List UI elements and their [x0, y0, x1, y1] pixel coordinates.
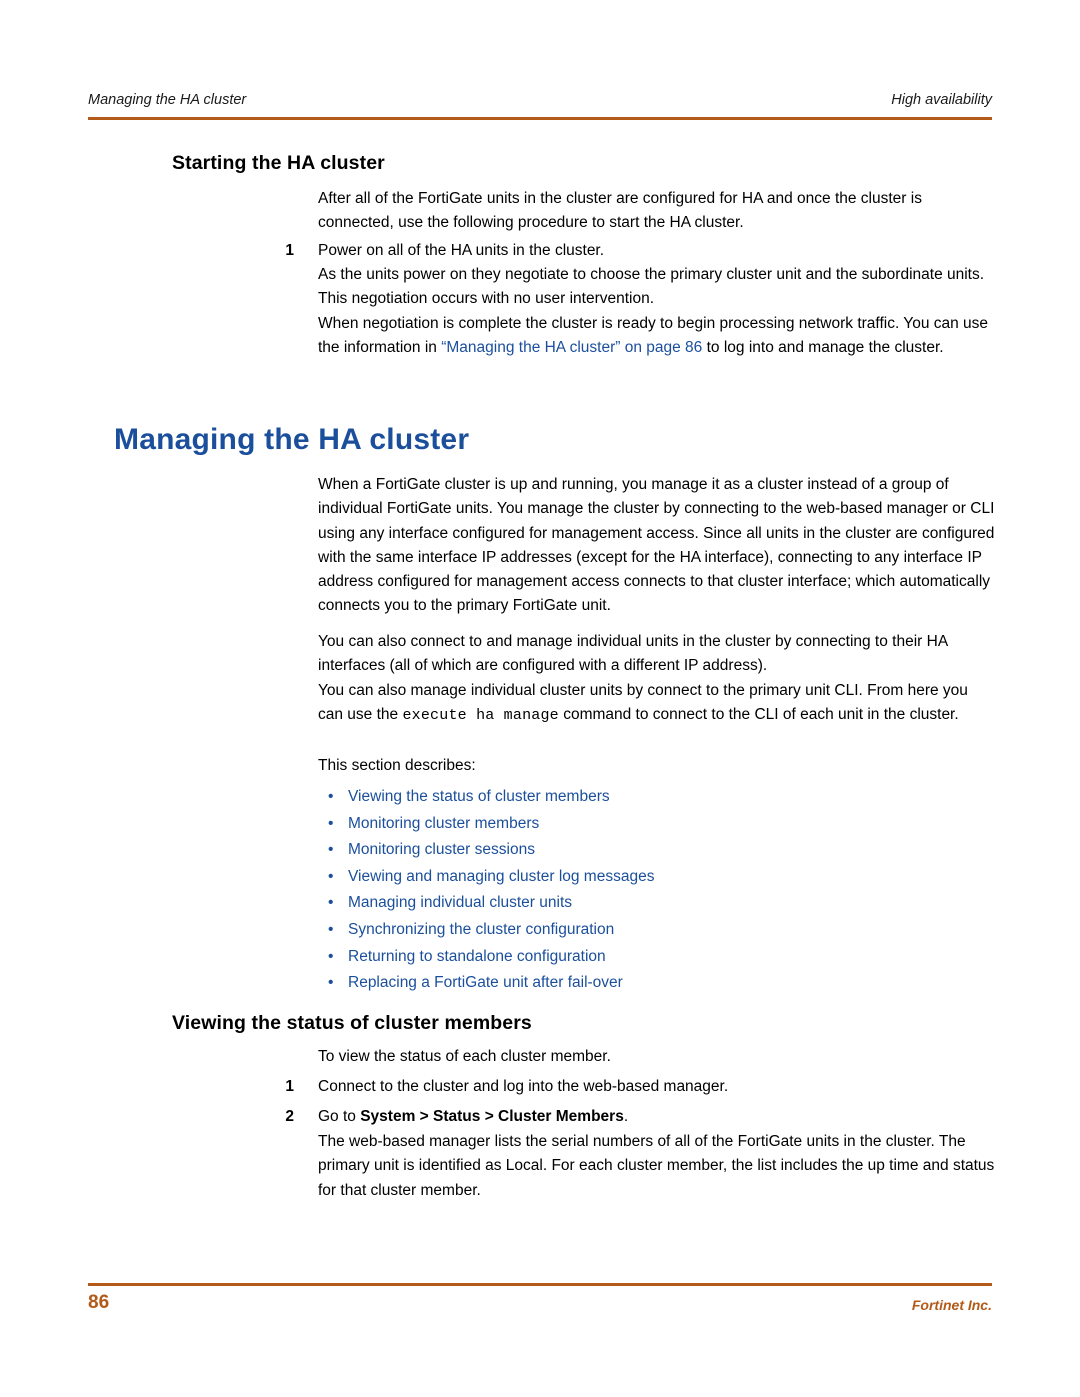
paragraph-viewing-intro: To view the status of each cluster membe… [318, 1048, 611, 1065]
paragraph-section-describes: This section describes: [318, 757, 476, 774]
menu-path-bold: System > Status > Cluster Members [360, 1108, 624, 1125]
topic-link-label-7: Returning to standalone configuration [348, 947, 606, 965]
paragraph-negotiation-complete: When negotiation is complete the cluster… [318, 312, 998, 361]
topic-link-label-2: Monitoring cluster members [348, 814, 540, 832]
paragraph-managing-3: You can also manage individual cluster u… [318, 679, 996, 729]
managing-3-text-b: command to connect to the CLI of each un… [558, 706, 959, 724]
list-item-view-step-1: 1 Connect to the cluster and log into th… [270, 1075, 993, 1099]
topic-link-label-4: Viewing and managing cluster log message… [348, 867, 655, 885]
paragraph-negotiation: As the units power on they negotiate to … [318, 266, 985, 308]
topic-link-label-5: Managing individual cluster units [348, 894, 573, 912]
step-1-number: 1 [285, 242, 294, 259]
cli-command-text: execute ha manage [402, 707, 559, 725]
list-item-link-3[interactable]: Monitoring cluster sessions [318, 837, 654, 864]
list-item-link-2[interactable]: Monitoring cluster members [318, 811, 654, 838]
list-item-link-8[interactable]: Replacing a FortiGate unit after fail-ov… [318, 970, 654, 997]
page-header: Managing the HA cluster High availabilit… [88, 92, 992, 108]
document-page: Managing the HA cluster High availabilit… [0, 0, 1080, 1397]
topic-link-label-3: Monitoring cluster sessions [348, 841, 535, 859]
view-step-2-text: Go to System > Status > Cluster Members. [318, 1105, 993, 1129]
footer-company: Fortinet Inc. [911, 1297, 992, 1313]
step-1-text: Power on all of the HA units in the clus… [318, 242, 605, 259]
header-divider [88, 117, 992, 120]
negotiation-text-b: to log into and manage the cluster. [702, 339, 944, 357]
topic-link-label-8: Replacing a FortiGate unit after fail-ov… [348, 974, 623, 992]
list-item-link-6[interactable]: Synchronizing the cluster configuration [318, 917, 654, 944]
footer-divider [88, 1283, 992, 1286]
topic-link-list: Viewing the status of cluster members Mo… [318, 784, 654, 997]
list-item-link-5[interactable]: Managing individual cluster units [318, 890, 654, 917]
paragraph-managing-1: When a FortiGate cluster is up and runni… [318, 476, 995, 615]
paragraph-managing-2: You can also connect to and manage indiv… [318, 633, 948, 675]
heading-managing-ha-cluster: Managing the HA cluster [114, 423, 470, 456]
list-item-link-4[interactable]: Viewing and managing cluster log message… [318, 864, 654, 891]
topic-link-label-1: Viewing the status of cluster members [348, 788, 610, 805]
header-left-title: Managing the HA cluster [88, 92, 247, 108]
list-item-link-7[interactable]: Returning to standalone configuration [318, 944, 654, 971]
list-item-step-1: 1 Power on all of the HA units in the cl… [270, 239, 993, 263]
cross-reference-link[interactable]: “Managing the HA cluster” on page 86 [441, 339, 702, 356]
view-step-2-number: 2 [285, 1108, 294, 1125]
heading-starting-ha-cluster: Starting the HA cluster [172, 152, 385, 174]
view-step-1-number: 1 [285, 1078, 294, 1095]
paragraph-viewing-last: The web-based manager lists the serial n… [318, 1133, 995, 1199]
page-number: 86 [88, 1292, 110, 1313]
list-item-view-step-2: 2 Go to System > Status > Cluster Member… [270, 1105, 993, 1129]
topic-link-label-6: Synchronizing the cluster configuration [348, 920, 615, 938]
header-right-title: High availability [891, 92, 992, 108]
view-step-2-prefix: Go to [318, 1108, 361, 1125]
paragraph-starting-intro: After all of the FortiGate units in the … [318, 190, 922, 232]
view-step-1-text: Connect to the cluster and log into the … [318, 1078, 729, 1095]
view-step-2-suffix: . [623, 1108, 629, 1125]
list-item-link-1[interactable]: Viewing the status of cluster members [318, 784, 654, 811]
heading-viewing-status: Viewing the status of cluster members [172, 1012, 532, 1034]
